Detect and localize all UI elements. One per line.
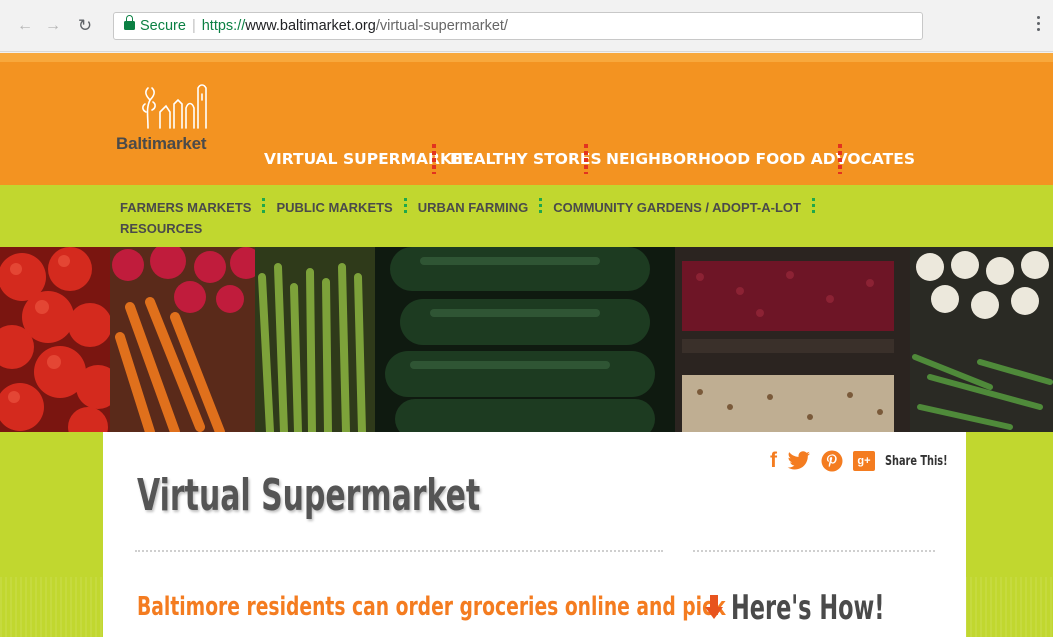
subnav-divider xyxy=(262,198,266,216)
subnav-item-urban-farming[interactable]: URBAN FARMING xyxy=(418,200,529,215)
kebab-menu-icon[interactable] xyxy=(1035,16,1041,36)
main-nav-item-healthy-stores[interactable]: HEALTHY STORES xyxy=(450,150,602,169)
heres-how-heading: Here's How! xyxy=(705,588,964,628)
subnav-item-resources[interactable]: RESOURCES xyxy=(120,221,202,236)
logo-graphic-icon xyxy=(142,84,207,129)
secure-label: Secure xyxy=(140,18,186,34)
subnav-item-public-markets[interactable]: PUBLIC MARKETS xyxy=(276,200,392,215)
down-arrow-icon xyxy=(705,595,723,621)
sidebar-divider xyxy=(693,550,935,552)
browser-toolbar: ← → ↻ Secure | https://www.baltimarket.org… xyxy=(0,0,1053,52)
heres-how-label: Here's How! xyxy=(731,588,885,628)
subnav-divider xyxy=(403,198,407,216)
address-bar[interactable]: Secure | https://www.baltimarket.org/virtu… xyxy=(113,12,923,40)
share-this-label[interactable]: Share This! xyxy=(885,454,948,469)
pinterest-icon[interactable] xyxy=(821,450,843,472)
main-nav-label: HEALTHY STORES xyxy=(450,149,602,168)
main-content: f g+ Share This! Virtual Supermarket Bal… xyxy=(103,432,966,637)
subnav-item-farmers-markets[interactable]: FARMERS MARKETS xyxy=(120,200,251,215)
url-scheme: https:// xyxy=(201,18,246,34)
url-host: www.baltimarket.org xyxy=(245,18,376,34)
nav-divider xyxy=(584,144,588,174)
page-title: Virtual Supermarket xyxy=(137,470,481,521)
main-nav-item-neighborhood-food-advocates[interactable]: NEIGHBORHOOD FOOD ADVOCATES xyxy=(606,150,915,169)
subnav-divider xyxy=(539,198,543,216)
subnav-divider xyxy=(811,198,815,216)
site-header: Baltimarket VIRTUAL SUPERMARKET HEALTHY … xyxy=(0,53,1053,185)
main-nav-item-virtual-supermarket[interactable]: VIRTUAL SUPERMARKET xyxy=(264,150,473,169)
site-logo[interactable]: Baltimarket xyxy=(116,78,236,153)
title-divider xyxy=(135,550,663,552)
main-nav-label: VIRTUAL SUPERMARKET xyxy=(264,149,474,168)
address-separator: | xyxy=(191,18,196,34)
facebook-icon[interactable]: f xyxy=(770,450,777,472)
content-background: f g+ Share This! Virtual Supermarket Bal… xyxy=(0,432,1053,637)
share-bar: f g+ Share This! xyxy=(770,450,968,472)
twitter-icon[interactable] xyxy=(787,451,811,471)
url-path: /virtual-supermarket/ xyxy=(375,18,508,34)
produce-banner-image xyxy=(0,247,1053,432)
main-nav-label: NEIGHBORHOOD FOOD ADVOCATES xyxy=(606,149,915,168)
main-nav: VIRTUAL SUPERMARKET HEALTHY STORES NEIGH… xyxy=(264,144,915,174)
google-plus-icon[interactable]: g+ xyxy=(853,451,875,471)
subnav-item-community-gardens[interactable]: COMMUNITY GARDENS / ADOPT-A-LOT xyxy=(553,200,801,215)
produce-banner-graphic xyxy=(0,247,1053,432)
nav-divider xyxy=(432,144,436,174)
forward-arrow-icon[interactable]: → xyxy=(44,17,62,35)
reload-icon[interactable]: ↻ xyxy=(76,17,94,35)
intro-subheading: Baltimore residents can order groceries … xyxy=(137,592,726,622)
lock-icon xyxy=(124,15,135,30)
logo-text: Baltimarket xyxy=(116,134,207,153)
nav-divider xyxy=(838,144,842,174)
back-arrow-icon[interactable]: ← xyxy=(16,17,34,35)
secondary-nav: FARMERS MARKETS PUBLIC MARKETS URBAN FAR… xyxy=(0,185,1053,247)
